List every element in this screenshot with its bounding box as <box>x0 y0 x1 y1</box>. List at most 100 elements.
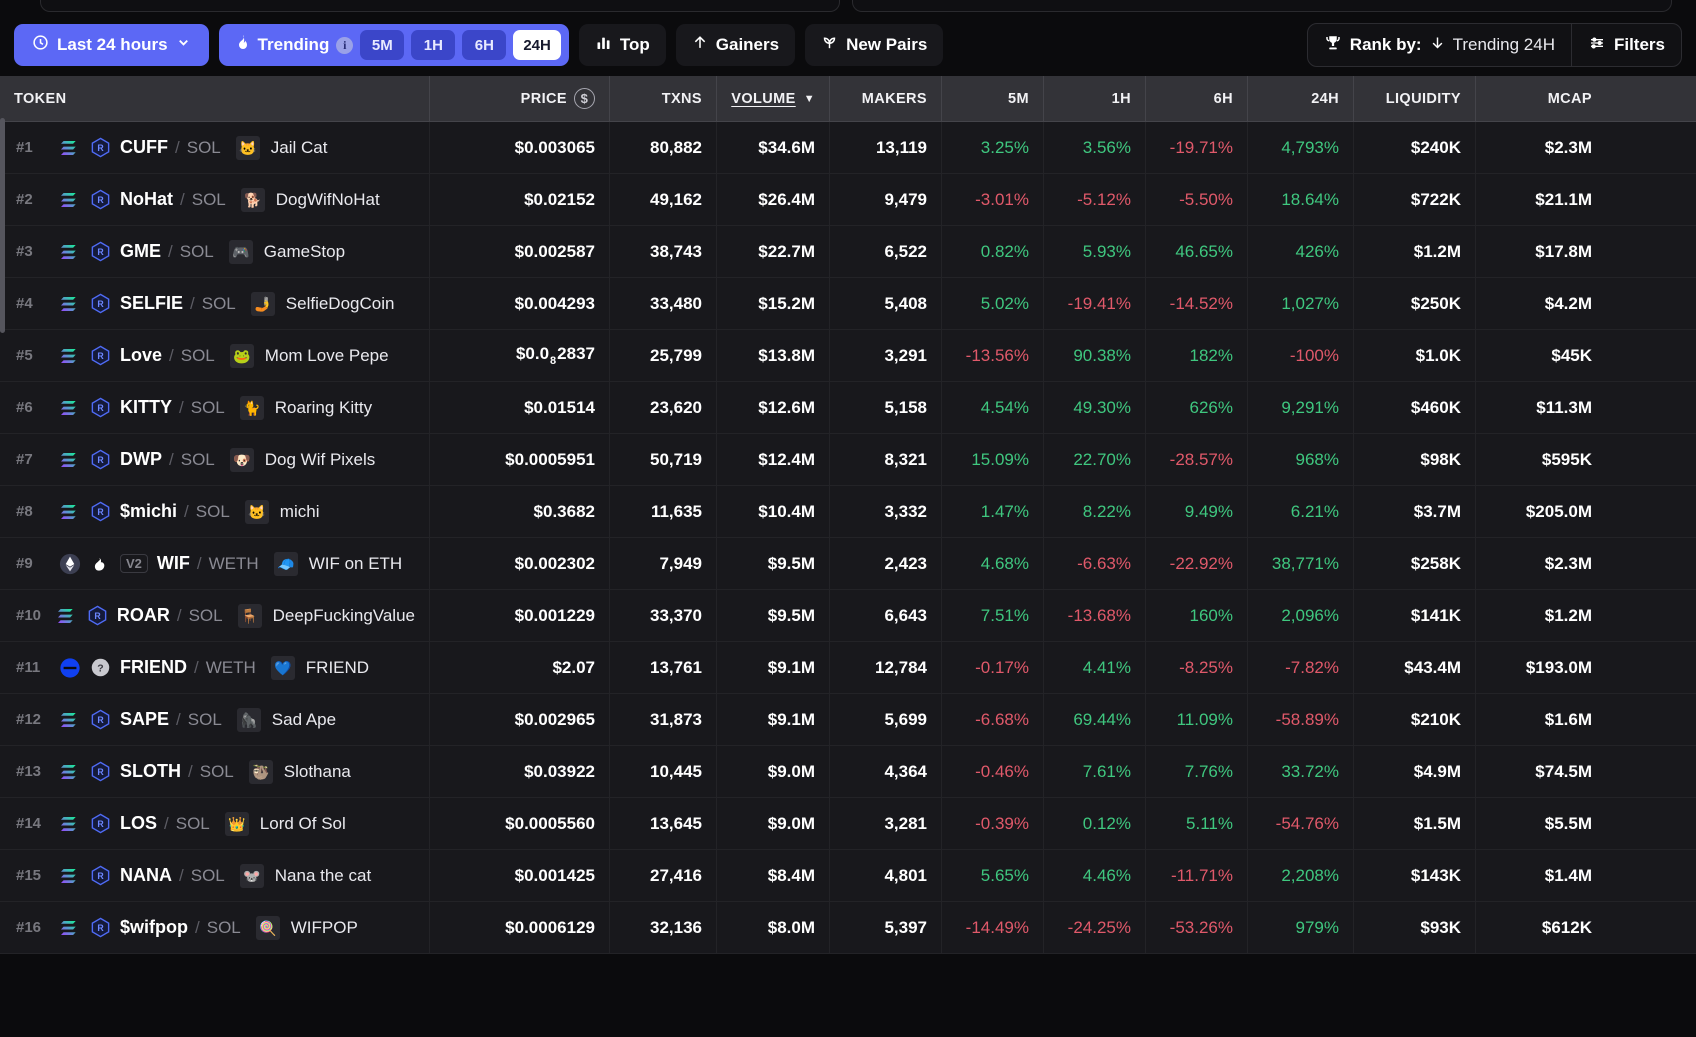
token-cell[interactable]: #3 R GME / SOL 🎮 GameStop <box>0 225 430 278</box>
pair-separator: / <box>194 657 199 677</box>
vertical-scrollbar[interactable] <box>0 118 5 333</box>
column-header-mcap[interactable]: MCAP <box>1476 76 1606 122</box>
token-cell[interactable]: #7 R DWP / SOL 🐶 Dog Wif Pixels <box>0 433 430 486</box>
table-row[interactable]: #4 R SELFIE / SOL 🤳 SelfieDogCoin $0.004293 33,4… <box>0 277 1696 330</box>
table-row[interactable]: #13 R SLOTH / SOL 🦥 Slothana $0.03922 10,445 $9.0… <box>0 745 1696 798</box>
table-row[interactable]: #9 V2 WIF / WETH 🧢 WIF on ETH $0.002302 7,949 $9.… <box>0 537 1696 590</box>
table-row[interactable]: #10 R ROAR / SOL 🪑 DeepFuckingValue $0.001229 33… <box>0 589 1696 642</box>
svg-text:R: R <box>97 923 104 933</box>
liquidity-cell: $93K <box>1354 901 1476 954</box>
token-cell[interactable]: #6 R KITTY / SOL 🐈 Roaring Kitty <box>0 381 430 434</box>
price-value: $2.07 <box>552 657 595 677</box>
token-cell[interactable]: #5 R Love / SOL 🐸 Mom Love Pepe <box>0 329 430 382</box>
price-value: $0.003065 <box>514 137 595 157</box>
token-name: DogWifNoHat <box>275 189 380 209</box>
quote-symbol: SOL <box>195 501 230 521</box>
info-icon[interactable]: i <box>336 36 354 54</box>
column-header-h6[interactable]: 6H <box>1146 75 1248 122</box>
mcap-cell: $612K <box>1541 917 1592 937</box>
mcap-cell: $45K <box>1551 345 1592 365</box>
makers-cell: 6,643 <box>830 589 942 642</box>
txns-cell: 80,882 <box>610 121 717 174</box>
mcap-cell: $21.1M <box>1535 189 1592 209</box>
raydium-icon: R <box>90 241 111 262</box>
volume-cell: $8.0M <box>717 901 830 954</box>
change-24h-cell: 9,291% <box>1248 381 1354 434</box>
table-row[interactable]: #12 R SAPE / SOL 🦍 Sad Ape $0.002965 31,873 $9.1M… <box>0 693 1696 746</box>
table-row[interactable]: #7 R DWP / SOL 🐶 Dog Wif Pixels $0.0005951 50,71… <box>0 433 1696 486</box>
token-cell[interactable]: #11? FRIEND / WETH 💙 FRIEND <box>0 641 430 694</box>
txns-cell: 7,949 <box>610 537 717 590</box>
liquidity-cell: $258K <box>1354 537 1476 590</box>
table-row[interactable]: #2 R NoHat / SOL 🐕 DogWifNoHat $0.02152 49,162 $2… <box>0 173 1696 226</box>
column-header-makers[interactable]: MAKERS <box>830 75 942 122</box>
quote-symbol: SOL <box>175 813 210 833</box>
token-cell[interactable]: #10 R ROAR / SOL 🪑 DeepFuckingValue <box>0 589 430 642</box>
token-cell[interactable]: #16 R $wifpop / SOL 🍭 WIFPOP <box>0 901 430 954</box>
token-cell[interactable]: #1 R CUFF / SOL 🐱 Jail Cat <box>0 121 430 174</box>
column-header-price[interactable]: PRICE $ <box>430 75 610 122</box>
tab-new-pairs[interactable]: New Pairs <box>805 24 944 66</box>
change-24h-cell: 1,027% <box>1248 277 1354 330</box>
column-header-txns[interactable]: TXNS <box>610 75 717 122</box>
token-name: Dog Wif Pixels <box>264 449 376 469</box>
change-5m-cell: 0.82% <box>942 225 1044 278</box>
token-name: FRIEND <box>305 657 370 677</box>
svg-text:R: R <box>97 767 104 777</box>
timeframe-button[interactable]: Last 24 hours <box>14 24 209 66</box>
table-row[interactable]: #16 R $wifpop / SOL 🍭 WIFPOP $0.0006129 32,136 $8… <box>0 901 1696 954</box>
timeframe-option-24h[interactable]: 24H <box>513 30 561 60</box>
change-6h-cell: 182% <box>1146 329 1248 382</box>
ethereum-icon <box>59 553 81 575</box>
rank-by-control[interactable]: Rank by: Trending 24H <box>1308 24 1571 66</box>
token-symbol: WIF <box>156 553 190 573</box>
column-header-volume[interactable]: VOLUME ▼ <box>717 75 830 122</box>
token-cell[interactable]: #2 R NoHat / SOL 🐕 DogWifNoHat <box>0 173 430 226</box>
volume-cell: $13.8M <box>717 329 830 382</box>
pair-separator: / <box>169 345 174 365</box>
token-cell[interactable]: #8 R $michi / SOL 🐱 michi <box>0 485 430 538</box>
tab-new-pairs-label: New Pairs <box>846 35 928 54</box>
pair-separator: / <box>176 709 181 729</box>
table-row[interactable]: #1 R CUFF / SOL 🐱 Jail Cat $0.003065 80,882 $34.6… <box>0 121 1696 174</box>
token-cell[interactable]: #9 V2 WIF / WETH 🧢 WIF on ETH <box>0 537 430 590</box>
table-row[interactable]: #3 R GME / SOL 🎮 GameStop $0.002587 38,743 $22.7M… <box>0 225 1696 278</box>
column-header-label: LIQUIDITY <box>1385 90 1461 107</box>
table-row[interactable]: #5 R Love / SOL 🐸 Mom Love Pepe $0.082837 25,799… <box>0 329 1696 382</box>
pair-separator: / <box>196 553 202 573</box>
timeframe-option-5m[interactable]: 5M <box>360 30 405 60</box>
token-cell[interactable]: #14 R LOS / SOL 👑 Lord Of Sol <box>0 797 430 850</box>
column-header-liquidity[interactable]: LIQUIDITY <box>1354 75 1476 122</box>
price-cell: $0.004293 <box>430 277 610 330</box>
table-row[interactable]: #8 R $michi / SOL 🐱 michi $0.3682 11,635 $10.4M 3,… <box>0 485 1696 538</box>
token-cell[interactable]: #12 R SAPE / SOL 🦍 Sad Ape <box>0 693 430 746</box>
column-header-h1[interactable]: 1H <box>1044 75 1146 122</box>
pair-separator: / <box>190 293 195 313</box>
timeframe-option-1h[interactable]: 1H <box>411 30 456 60</box>
rank-label: #15 <box>16 867 42 884</box>
token-name: Sad Ape <box>271 709 337 729</box>
token-avatar: 🦥 <box>248 759 273 784</box>
change-24h-cell: 33.72% <box>1248 745 1354 798</box>
filters-button[interactable]: Filters <box>1570 24 1681 66</box>
column-header-token[interactable]: TOKEN <box>0 75 430 122</box>
tab-top-label: Top <box>619 35 650 54</box>
token-cell[interactable]: #4 R SELFIE / SOL 🤳 SelfieDogCoin <box>0 277 430 330</box>
token-cell[interactable]: #13 R SLOTH / SOL 🦥 Slothana <box>0 745 430 798</box>
timeframe-option-6h[interactable]: 6H <box>462 30 507 60</box>
change-6h-cell: 11.09% <box>1146 693 1248 746</box>
column-header-h24[interactable]: 24H <box>1248 75 1354 122</box>
table-row[interactable]: #15 R NANA / SOL 🐭 Nana the cat $0.001425 27,416… <box>0 849 1696 902</box>
tab-top[interactable]: Top <box>578 24 666 66</box>
token-avatar: 🐕 <box>240 187 265 212</box>
tab-gainers[interactable]: Gainers <box>675 24 796 66</box>
rank-label: #5 <box>16 347 33 364</box>
token-cell[interactable]: #15 R NANA / SOL 🐭 Nana the cat <box>0 849 430 902</box>
table-row[interactable]: #11? FRIEND / WETH 💙 FRIEND $2.07 13,761 $9.1M 12… <box>0 641 1696 694</box>
token-avatar: 🐱 <box>244 499 269 524</box>
table-row[interactable]: #14 R LOS / SOL 👑 Lord Of Sol $0.0005560 13,645 $… <box>0 797 1696 850</box>
trending-group[interactable]: Trending i 5M 1H 6H 24H <box>218 24 569 66</box>
column-header-m5[interactable]: 5M <box>942 75 1044 122</box>
volume-cell: $22.7M <box>717 225 830 278</box>
table-row[interactable]: #6 R KITTY / SOL 🐈 Roaring Kitty $0.01514 23,620… <box>0 381 1696 434</box>
